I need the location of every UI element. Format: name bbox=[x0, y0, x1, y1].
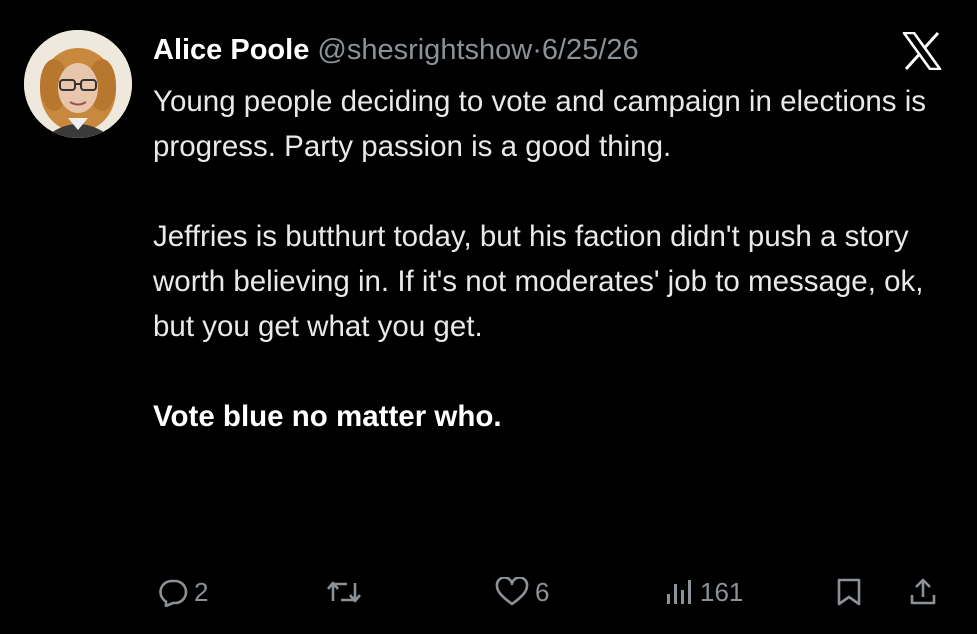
like-button[interactable]: 6 bbox=[495, 572, 549, 612]
share-button[interactable] bbox=[908, 572, 938, 612]
tweet-actions: 2 6 161 bbox=[0, 572, 977, 612]
author-display-name[interactable]: Alice Poole bbox=[153, 34, 309, 66]
like-count: 6 bbox=[535, 576, 550, 607]
views-button[interactable]: 161 bbox=[664, 572, 743, 612]
bookmark-button[interactable] bbox=[835, 572, 863, 612]
share-icon bbox=[910, 578, 936, 605]
author-handle[interactable]: @shesrightshow bbox=[317, 34, 532, 66]
tweet-date[interactable]: 6/25/26 bbox=[542, 34, 639, 66]
x-logo-icon bbox=[902, 31, 942, 71]
reply-count: 2 bbox=[194, 576, 209, 607]
reply-button[interactable]: 2 bbox=[158, 572, 208, 612]
tweet-card[interactable]: Alice Poole @shesrightshow·6/25/26 Young… bbox=[0, 0, 977, 634]
retweet-icon bbox=[327, 581, 361, 603]
analytics-icon bbox=[667, 580, 691, 604]
heart-icon bbox=[495, 577, 529, 606]
view-count: 161 bbox=[700, 576, 744, 607]
avatar-image bbox=[24, 30, 132, 138]
tweet-text: Young people deciding to vote and campai… bbox=[153, 79, 953, 439]
tweet-paragraph: Vote blue no matter who. bbox=[153, 400, 502, 433]
tweet-header: Alice Poole @shesrightshow·6/25/26 bbox=[153, 33, 639, 67]
retweet-button[interactable] bbox=[325, 572, 369, 612]
reply-icon bbox=[159, 579, 188, 607]
tweet-paragraph: Young people deciding to vote and campai… bbox=[153, 85, 927, 163]
header-separator: · bbox=[532, 34, 542, 66]
avatar[interactable] bbox=[24, 30, 132, 138]
bookmark-icon bbox=[837, 578, 861, 606]
tweet-paragraph: Jeffries is butthurt today, but his fact… bbox=[153, 220, 924, 343]
